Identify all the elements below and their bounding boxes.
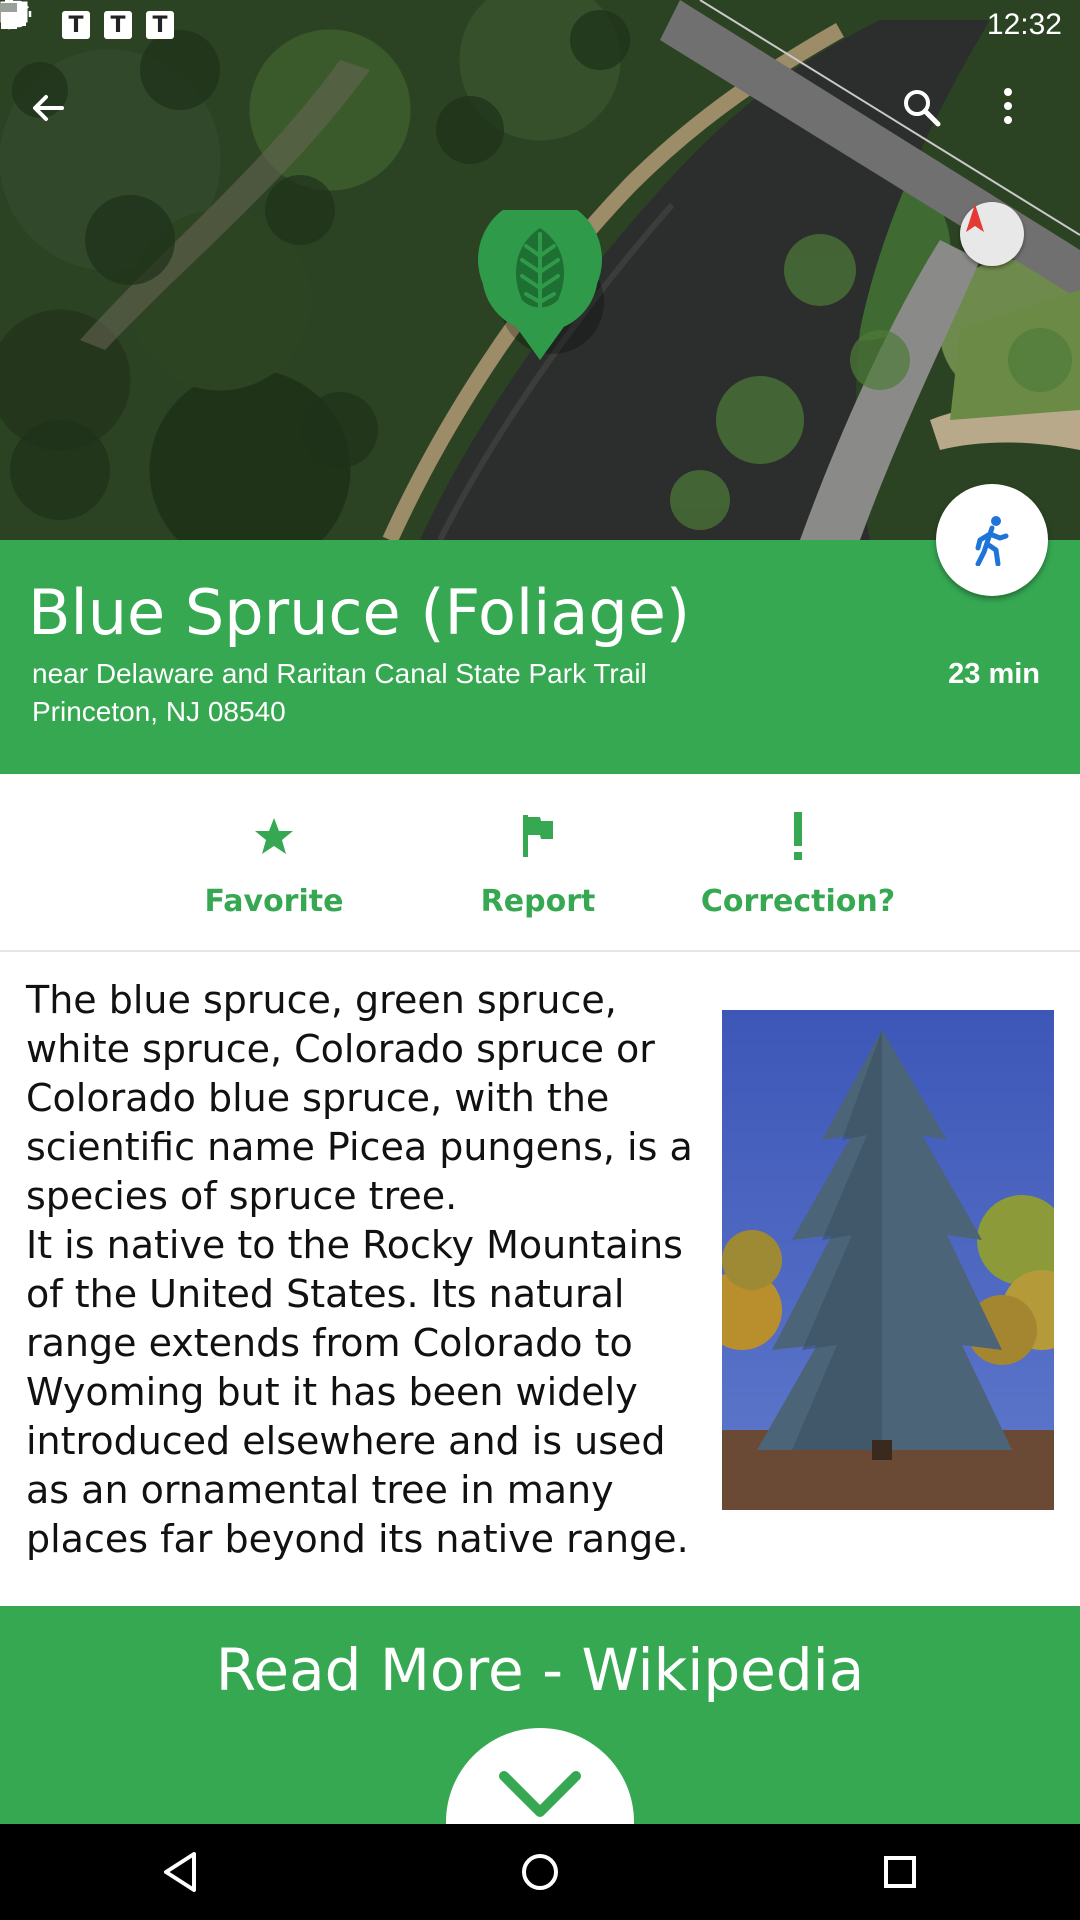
place-marker[interactable] <box>476 210 604 370</box>
flag-icon <box>523 815 553 857</box>
system-navigation-bar <box>0 1824 1080 1920</box>
walking-time: 23 min <box>948 658 1040 690</box>
species-description: The blue spruce, green spruce, white spr… <box>26 976 716 1564</box>
location-icon <box>1 1 747 40</box>
report-button[interactable]: Report <box>428 808 648 928</box>
more-vert-icon <box>1004 88 1012 124</box>
signal-icon <box>2 2 923 40</box>
action-bar: Favorite Report Correction? <box>0 774 1080 952</box>
chevron-down-icon <box>499 1771 581 1817</box>
expand-button[interactable] <box>446 1728 634 1824</box>
star-icon <box>255 818 293 854</box>
exclamation-icon <box>794 812 802 860</box>
nav-home-icon <box>522 1854 558 1890</box>
status-bar: T T T 12:32 <box>0 0 1080 50</box>
nav-recents-button[interactable] <box>872 1844 928 1900</box>
read-more-wikipedia-link[interactable]: Read More - Wikipedia <box>0 1636 1080 1704</box>
description-paragraph: It is native to the Rocky Mountains of t… <box>26 1223 689 1561</box>
bluetooth-icon <box>2 0 791 40</box>
overflow-menu-button[interactable] <box>1002 86 1042 142</box>
t-icon: T <box>146 11 174 39</box>
tree-photo[interactable] <box>722 1010 1054 1510</box>
nav-back-icon <box>164 1852 196 1892</box>
back-arrow-icon <box>33 95 64 121</box>
place-address-line2: Princeton, NJ 08540 <box>32 696 286 727</box>
description-paragraph: The blue spruce, green spruce, white spr… <box>26 978 693 1218</box>
compass-button[interactable] <box>960 202 1024 266</box>
system-status-icons: 12:32 <box>0 0 1080 42</box>
dropbox-icon <box>1 2 262 40</box>
walking-directions-button[interactable] <box>936 484 1048 596</box>
leaf-pin-icon <box>478 210 604 360</box>
report-label: Report <box>480 884 596 919</box>
nav-recents-icon <box>884 1856 916 1888</box>
walking-person-icon <box>975 516 1009 566</box>
compass-icon <box>966 204 984 232</box>
clipboard-check-icon <box>2 1 350 40</box>
status-time: 12:32 <box>986 8 1062 41</box>
gmail-icon <box>0 1 218 40</box>
place-title: Blue Spruce (Foliage) <box>28 576 691 649</box>
battery-icon <box>1 0 967 40</box>
search-button[interactable] <box>900 86 956 142</box>
image-icon <box>0 1 306 40</box>
favorite-label: Favorite <box>204 884 344 919</box>
wifi-icon <box>1 1 879 40</box>
search-icon <box>904 90 941 127</box>
map-view[interactable]: T T T 12:32 <box>0 0 1080 540</box>
blue-spruce-image <box>722 1010 1054 1510</box>
place-header: Blue Spruce (Foliage) near Delaware and … <box>0 540 1080 774</box>
nav-back-button[interactable] <box>152 1844 208 1900</box>
read-more-panel[interactable]: Read More - Wikipedia <box>0 1606 1080 1824</box>
t-icon: T <box>104 11 132 39</box>
correction-label: Correction? <box>700 884 896 919</box>
notification-icons: T T T <box>0 1 368 40</box>
vibrate-icon <box>0 0 835 40</box>
favorite-button[interactable]: Favorite <box>164 808 384 928</box>
nav-home-button[interactable] <box>512 1844 568 1900</box>
back-button[interactable] <box>28 88 84 144</box>
correction-button[interactable]: Correction? <box>688 808 908 928</box>
t-icon: T <box>62 11 90 39</box>
place-address-line1: near Delaware and Raritan Canal State Pa… <box>32 658 647 689</box>
